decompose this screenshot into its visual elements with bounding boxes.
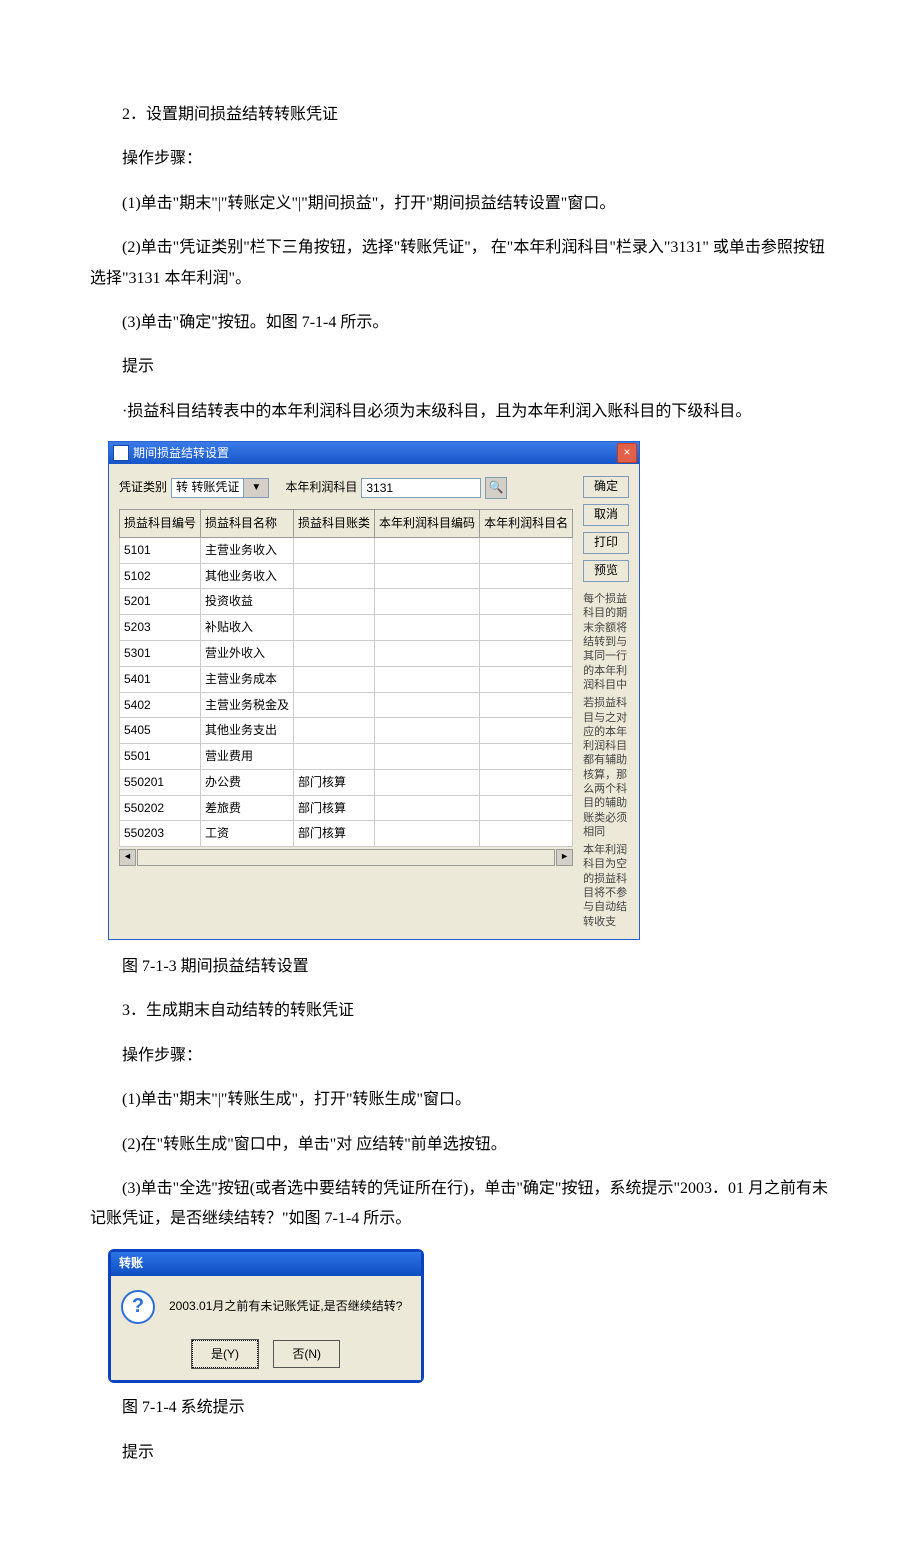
dialog-title: 转账 [111, 1252, 421, 1276]
col-profit-name[interactable]: 本年利润科目名 [480, 509, 573, 537]
profit-account-label: 本年利润科目 [285, 476, 357, 499]
table-row[interactable]: 550203工资部门核算 [120, 821, 573, 847]
table-row[interactable]: 5402主营业务税金及 [120, 692, 573, 718]
table-row[interactable]: 5102其他业务收入 [120, 563, 573, 589]
print-button[interactable]: 打印 [583, 532, 629, 554]
yes-button[interactable]: 是(Y) [192, 1340, 258, 1369]
chevron-down-icon[interactable]: ▼ [243, 479, 268, 497]
voucher-type-label: 凭证类别 [119, 476, 167, 499]
figure-caption: 图 7-1-4 系统提示 [90, 1393, 830, 1423]
help-text: 本年利润科目为空的损益科目将不参与自动结转收支 [583, 843, 629, 929]
no-button[interactable]: 否(N) [273, 1340, 340, 1369]
col-profit-code[interactable]: 本年利润科目编码 [375, 509, 480, 537]
table-row[interactable]: 550201办公费部门核算 [120, 769, 573, 795]
paragraph: 操作步骤： [90, 1041, 830, 1071]
search-icon[interactable]: 🔍 [485, 477, 507, 499]
paragraph: (1)单击"期末"|"转账定义"|"期间损益"，打开"期间损益结转设置"窗口。 [90, 189, 830, 219]
accounts-table: 损益科目编号 损益科目名称 损益科目账类 本年利润科目编码 本年利润科目名 51… [119, 509, 573, 847]
profit-account-input[interactable]: 3131 [361, 478, 481, 498]
preview-button[interactable]: 预览 [583, 560, 629, 582]
app-icon [113, 445, 129, 461]
table-row[interactable]: 550202差旅费部门核算 [120, 795, 573, 821]
titlebar: 期间损益结转设置 × [109, 442, 639, 464]
paragraph: (2)在"转账生成"窗口中，单击"对 应结转"前单选按钮。 [90, 1130, 830, 1160]
paragraph: (1)单击"期末"|"转账生成"，打开"转账生成"窗口。 [90, 1085, 830, 1115]
paragraph: 2．设置期间损益结转转账凭证 [90, 100, 830, 130]
table-row[interactable]: 5401主营业务成本 [120, 666, 573, 692]
period-pl-dialog: 期间损益结转设置 × 凭证类别 转 转账凭证 ▼ 本年利润科目 3131 🔍 [108, 441, 640, 940]
help-text: 若损益科目与之对应的本年利润科目都有辅助核算，那么两个科目的辅助账类必须相同 [583, 696, 629, 839]
table-row[interactable]: 5201投资收益 [120, 589, 573, 615]
col-name[interactable]: 损益科目名称 [201, 509, 294, 537]
cancel-button[interactable]: 取消 [583, 504, 629, 526]
confirm-message: 2003.01月之前有未记账凭证,是否继续结转? [169, 1295, 402, 1318]
table-row[interactable]: 5203补贴收入 [120, 615, 573, 641]
paragraph: 提示 [90, 352, 830, 382]
confirm-dialog: 转账 ? 2003.01月之前有未记账凭证,是否继续结转? 是(Y) 否(N) [108, 1249, 424, 1384]
h-scrollbar[interactable]: ◄► [119, 849, 573, 866]
col-code[interactable]: 损益科目编号 [120, 509, 201, 537]
paragraph: 操作步骤： [90, 144, 830, 174]
close-icon[interactable]: × [617, 443, 637, 463]
figure-caption: 图 7-1-3 期间损益结转设置 [90, 952, 830, 982]
paragraph: (2)单击"凭证类别"栏下三角按钮，选择"转账凭证"， 在"本年利润科目"栏录入… [90, 233, 830, 294]
paragraph: 提示 [90, 1438, 830, 1468]
paragraph: ·损益科目结转表中的本年利润科目必须为末级科目，且为本年利润入账科目的下级科目。 [90, 397, 830, 427]
help-text: 每个损益科目的期末余额将结转到与其同一行的本年利润科目中 [583, 592, 629, 692]
col-type[interactable]: 损益科目账类 [294, 509, 375, 537]
table-row[interactable]: 5501营业费用 [120, 744, 573, 770]
paragraph: (3)单击"确定"按钮。如图 7-1-4 所示。 [90, 308, 830, 338]
question-icon: ? [121, 1290, 155, 1324]
voucher-type-combo[interactable]: 转 转账凭证 ▼ [171, 478, 269, 498]
ok-button[interactable]: 确定 [583, 476, 629, 498]
paragraph: 3．生成期末自动结转的转账凭证 [90, 996, 830, 1026]
table-row[interactable]: 5101主营业务收入 [120, 537, 573, 563]
table-row[interactable]: 5405其他业务支出 [120, 718, 573, 744]
table-row[interactable]: 5301营业外收入 [120, 640, 573, 666]
paragraph: (3)单击"全选"按钮(或者选中要结转的凭证所在行)，单击"确定"按钮，系统提示… [90, 1174, 830, 1235]
dialog-title: 期间损益结转设置 [133, 442, 229, 465]
